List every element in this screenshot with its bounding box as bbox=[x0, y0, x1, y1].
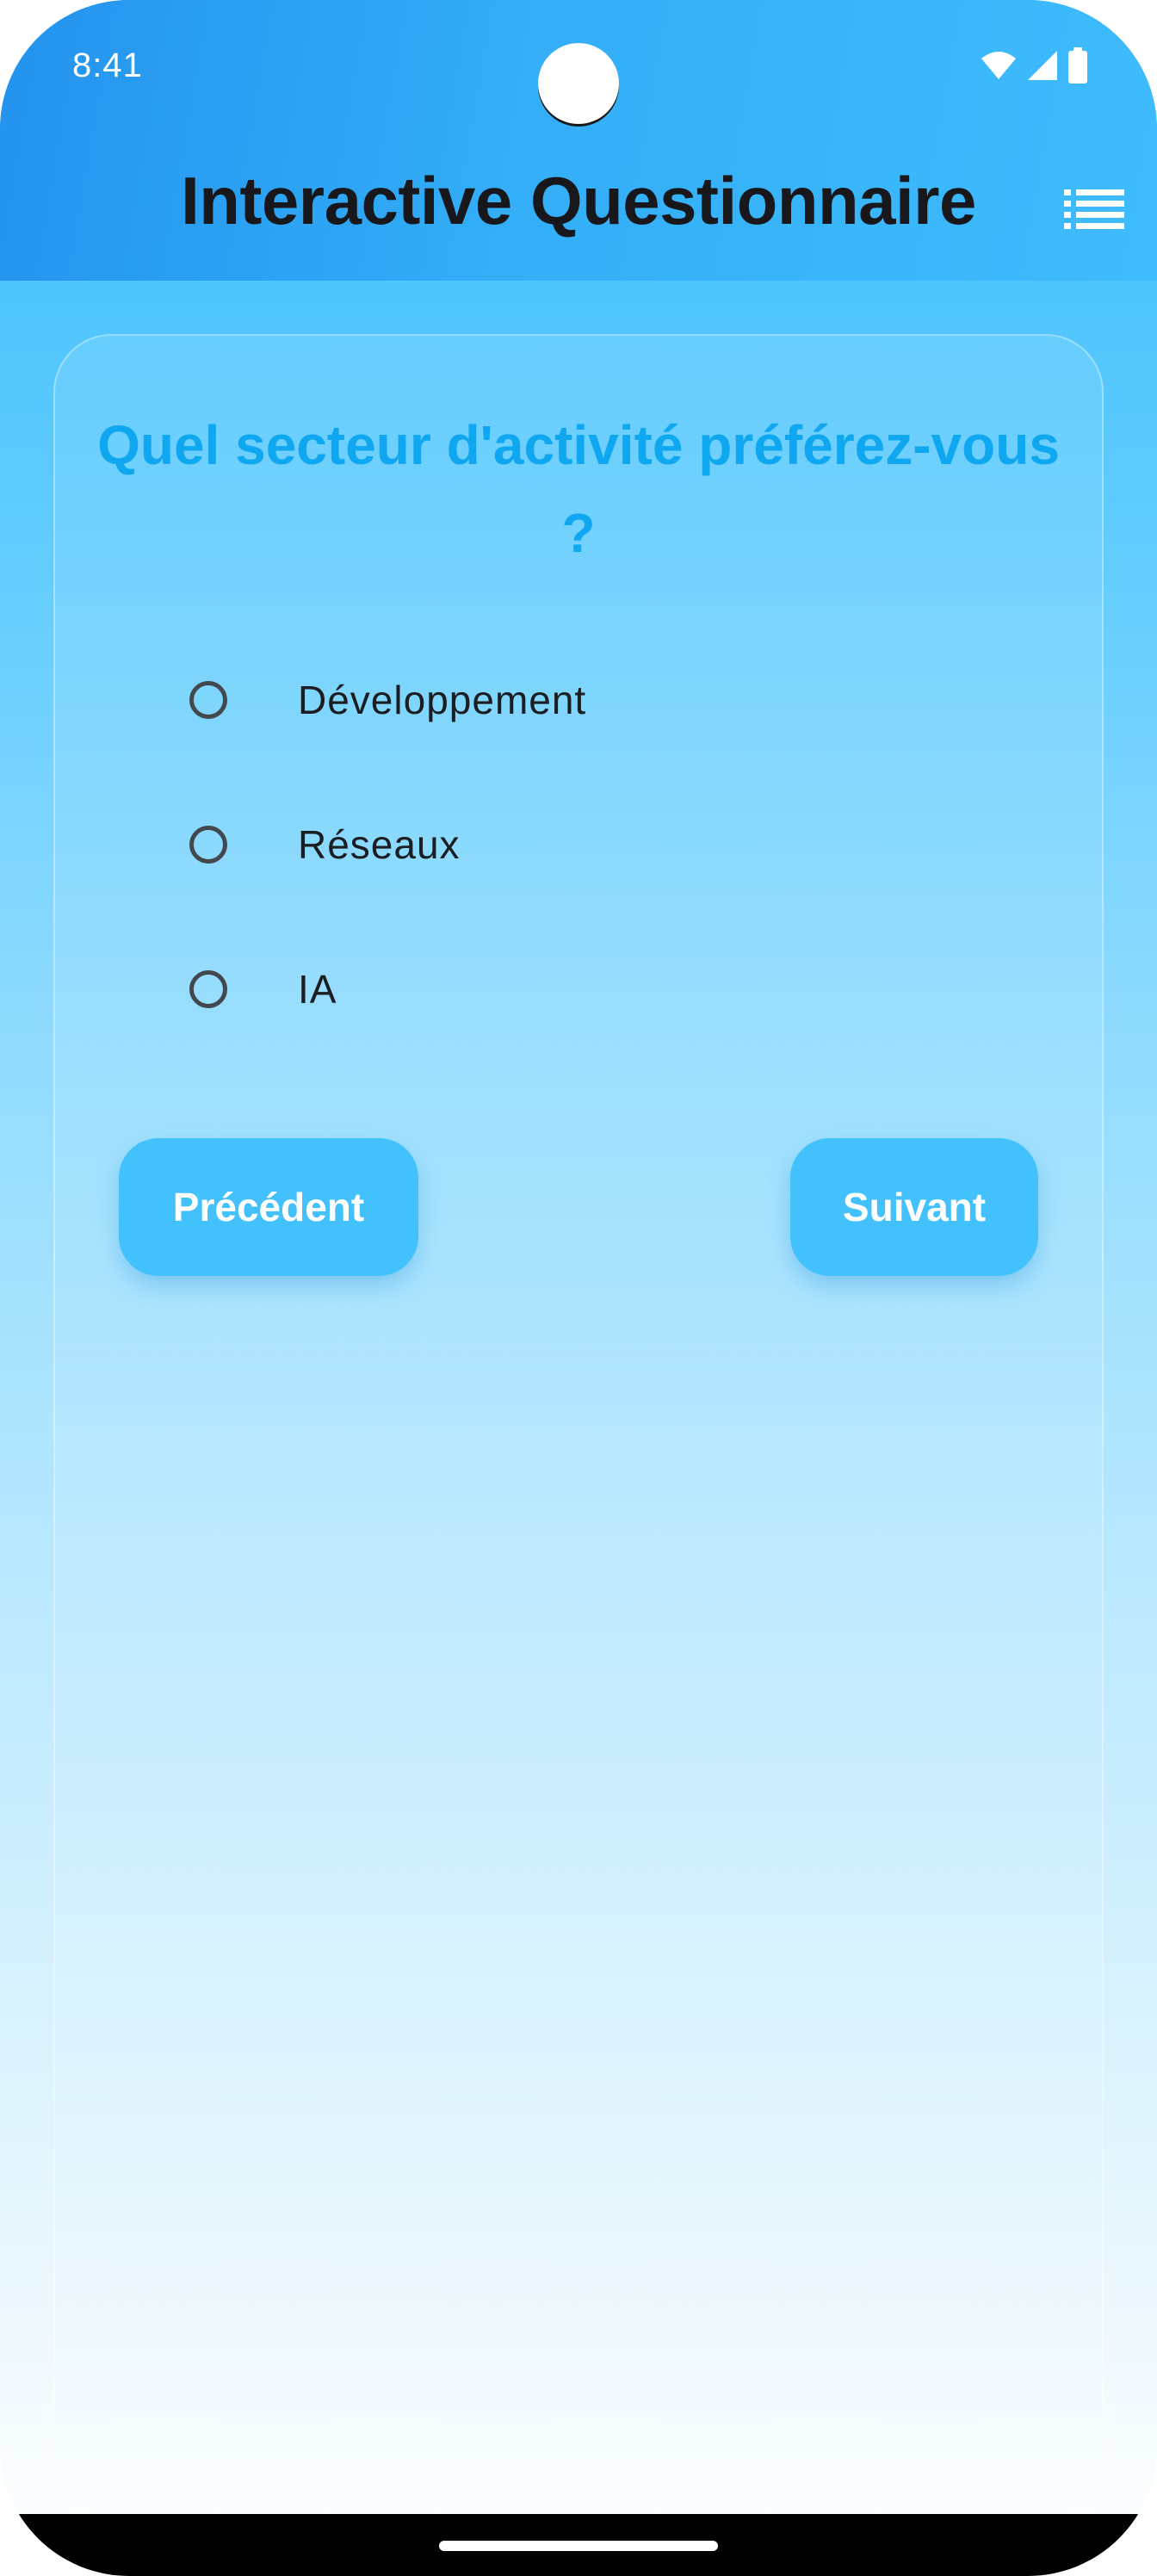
next-button[interactable]: Suivant bbox=[790, 1138, 1038, 1276]
status-time: 8:41 bbox=[72, 46, 143, 84]
battery-icon bbox=[1067, 46, 1088, 88]
option-ia[interactable]: IA bbox=[172, 951, 947, 1028]
option-reseaux[interactable]: Réseaux bbox=[172, 806, 947, 883]
cell-signal-icon bbox=[1026, 49, 1059, 86]
home-indicator[interactable] bbox=[439, 2541, 718, 2551]
question-title: Quel secteur d'activité préférez-vous ? bbox=[97, 414, 1060, 564]
radio-button[interactable] bbox=[189, 970, 227, 1008]
status-icons bbox=[980, 46, 1088, 88]
option-label: Réseaux bbox=[298, 822, 461, 867]
app-title: Interactive Questionnaire bbox=[181, 163, 976, 238]
option-label: IA bbox=[298, 967, 337, 1012]
list-menu-icon[interactable] bbox=[1064, 188, 1126, 231]
option-developpement[interactable]: Développement bbox=[172, 661, 947, 739]
radio-button[interactable] bbox=[189, 681, 227, 719]
previous-button[interactable]: Précédent bbox=[119, 1138, 418, 1276]
wifi-icon bbox=[980, 50, 1018, 85]
option-label: Développement bbox=[298, 678, 587, 722]
radio-button[interactable] bbox=[189, 826, 227, 864]
camera-cutout bbox=[538, 43, 619, 124]
phone-screen: 8:41 Interactive Questionnaire Quel sect… bbox=[0, 0, 1157, 2576]
